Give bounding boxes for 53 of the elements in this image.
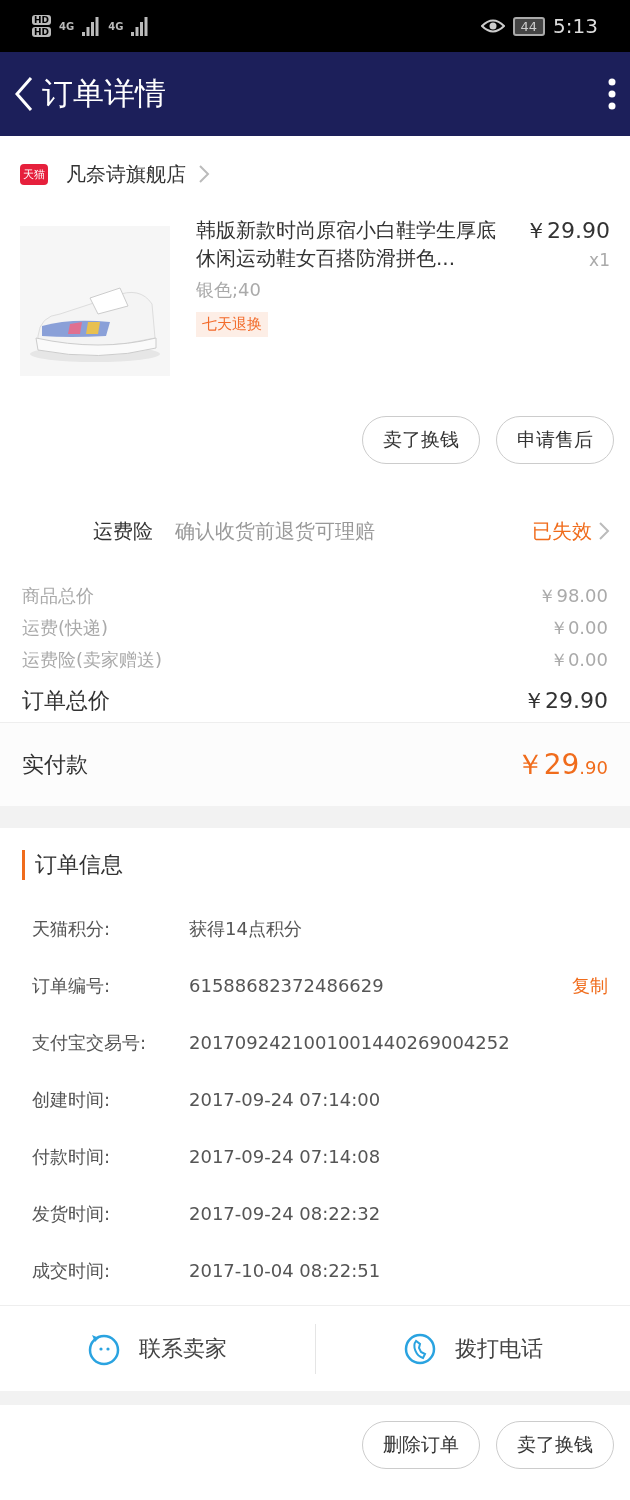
info-value: 2017-09-24 07:14:08	[189, 1146, 382, 1167]
sim-label: HD	[32, 27, 51, 37]
signal-icon	[131, 16, 150, 36]
paid-label: 实付款	[22, 750, 88, 779]
info-value: 获得14点积分	[189, 916, 303, 941]
product-price: ￥29.90	[525, 217, 610, 245]
item-action-button[interactable]: 卖了换钱	[362, 416, 480, 464]
battery-level: 44	[512, 16, 546, 36]
price-value: ￥0.00	[549, 616, 608, 640]
product-variant: 银色;40	[196, 278, 261, 302]
price-value: ￥98.00	[538, 584, 608, 608]
store-name[interactable]: 凡奈诗旗舰店	[66, 160, 186, 188]
info-value: 2017-10-04 08:22:51	[189, 1260, 382, 1281]
info-value: 61588682372486629	[189, 975, 385, 996]
insurance-description: 确认收货前退货可理赔	[175, 518, 376, 544]
network-label: 4G	[59, 20, 75, 32]
store-badge: 天猫	[20, 163, 48, 185]
sim-label: HD	[32, 15, 51, 25]
info-label: 创建时间:	[32, 1087, 112, 1112]
price-label: 运费(快递)	[22, 616, 109, 640]
back-icon[interactable]	[14, 76, 34, 112]
item-action-button[interactable]: 申请售后	[496, 416, 614, 464]
info-label: 发货时间:	[32, 1201, 112, 1226]
info-value: 2017-09-24 07:14:00	[189, 1089, 382, 1110]
product-quantity: x1	[589, 250, 610, 270]
info-label: 订单编号:	[32, 973, 112, 998]
more-menu-icon[interactable]	[608, 78, 616, 110]
price-label: 订单总价	[22, 687, 110, 715]
info-value: 2017092421001001440269004252	[189, 1032, 511, 1053]
price-value: ￥29.90	[523, 687, 608, 715]
section-title: 订单信息	[22, 850, 608, 880]
product-title[interactable]: 韩版新款时尚原宿小白鞋学生厚底休闲运动鞋女百搭防滑拼色...	[196, 216, 515, 272]
network-label: 4G	[108, 20, 124, 32]
insurance-label: 运费险	[92, 517, 154, 545]
info-value: 2017-09-24 08:22:32	[189, 1203, 382, 1224]
order-action-button[interactable]: 卖了换钱	[496, 1421, 614, 1469]
price-value: ￥0.00	[549, 648, 608, 672]
info-label: 天猫积分:	[32, 916, 112, 941]
info-label: 成交时间:	[32, 1258, 112, 1283]
clock-time: 5:13	[553, 14, 598, 38]
info-label: 支付宝交易号:	[32, 1030, 148, 1055]
signal-icon	[82, 16, 101, 36]
return-policy-tag: 七天退换	[196, 312, 268, 337]
info-label: 付款时间:	[32, 1144, 112, 1169]
order-action-button[interactable]: 删除订单	[362, 1421, 480, 1469]
price-label: 运费险(卖家赠送)	[22, 648, 163, 672]
phone-icon	[402, 1331, 437, 1366]
contact-button[interactable]: 拨打电话	[314, 1323, 630, 1374]
page-title: 订单详情	[42, 74, 167, 113]
eye-icon	[480, 18, 505, 34]
price-label: 商品总价	[22, 584, 94, 608]
contact-button[interactable]: 联系卖家	[0, 1323, 315, 1374]
paid-amount: ￥29.90	[515, 746, 608, 783]
